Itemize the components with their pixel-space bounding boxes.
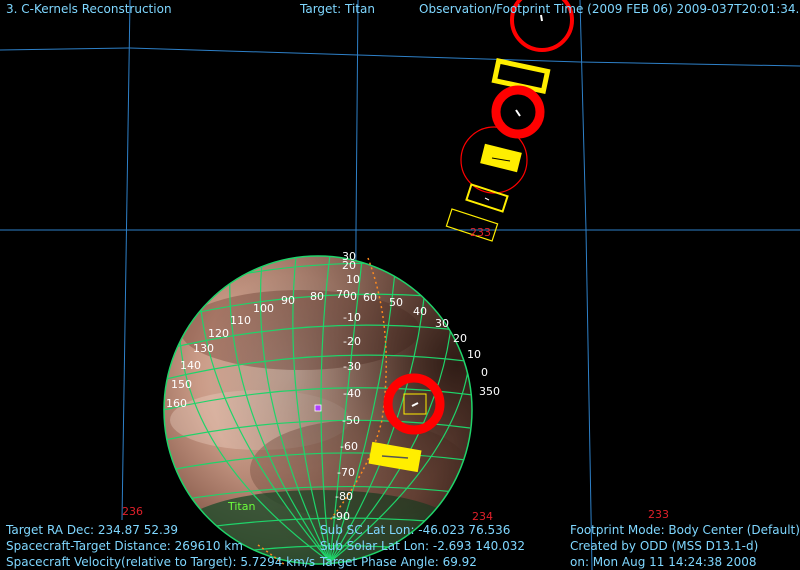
longitude-label: 50 <box>389 296 403 309</box>
body-label: Titan <box>228 500 256 513</box>
latitude-label: -90 <box>332 510 350 523</box>
sub-solar-lat-lon: Sub Solar Lat Lon: -2.693 140.032 <box>320 539 526 553</box>
latitude-label: -30 <box>343 360 361 373</box>
target-name: Target: Titan <box>300 2 375 16</box>
latitude-label: -40 <box>343 387 361 400</box>
longitude-label: 60 <box>363 291 377 304</box>
longitude-label: 140 <box>180 359 201 372</box>
created-by: Created by ODD (MSS D13.1-d) <box>570 539 759 553</box>
target-ra-dec: Target RA Dec: 234.87 52.39 <box>6 523 179 537</box>
latitude-label: 10 <box>346 273 360 286</box>
latitude-label: -60 <box>340 440 358 453</box>
observation-time: Observation/Footprint Time (2009 FEB 06)… <box>419 2 800 16</box>
longitude-label: 0 <box>481 366 488 379</box>
longitude-label: 70 <box>336 288 350 301</box>
longitude-label: 160 <box>166 397 187 410</box>
latitude-label: 20 <box>342 259 356 272</box>
longitude-label: 20 <box>453 332 467 345</box>
created-on: on: Mon Aug 11 14:24:38 2008 <box>570 555 757 569</box>
view-title: 3. C-Kernels Reconstruction <box>6 2 172 16</box>
footprint-mode: Footprint Mode: Body Center (Default) <box>570 523 800 537</box>
latitude-label: 0 <box>350 290 357 303</box>
subpoint-marker <box>314 404 322 412</box>
spacecraft-velocity: Spacecraft Velocity(relative to Target):… <box>6 555 316 569</box>
longitude-label: 110 <box>230 314 251 327</box>
longitude-label: 150 <box>171 378 192 391</box>
spacecraft-target-distance: Spacecraft-Target Distance: 269610 km <box>6 539 243 553</box>
grid-label: 236 <box>122 505 143 518</box>
target-phase-angle: Target Phase Angle: 69.92 <box>320 555 477 569</box>
latitude-label: -50 <box>342 414 360 427</box>
latitude-label: -70 <box>337 466 355 479</box>
sky-view <box>0 0 800 570</box>
grid-label: 234 <box>472 510 493 523</box>
grid-label: 233 <box>470 226 491 239</box>
longitude-label: 350 <box>479 385 500 398</box>
grid-label: 233 <box>648 508 669 521</box>
latitude-label: -20 <box>343 335 361 348</box>
latitude-label: -80 <box>335 490 353 503</box>
sub-sc-lat-lon: Sub SC Lat Lon: -46.023 76.536 <box>320 523 511 537</box>
longitude-label: 100 <box>253 302 274 315</box>
longitude-label: 120 <box>208 327 229 340</box>
longitude-label: 130 <box>193 342 214 355</box>
longitude-label: 10 <box>467 348 481 361</box>
longitude-label: 30 <box>435 317 449 330</box>
longitude-label: 80 <box>310 290 324 303</box>
longitude-label: 90 <box>281 294 295 307</box>
longitude-label: 40 <box>413 305 427 318</box>
latitude-label: -10 <box>343 311 361 324</box>
